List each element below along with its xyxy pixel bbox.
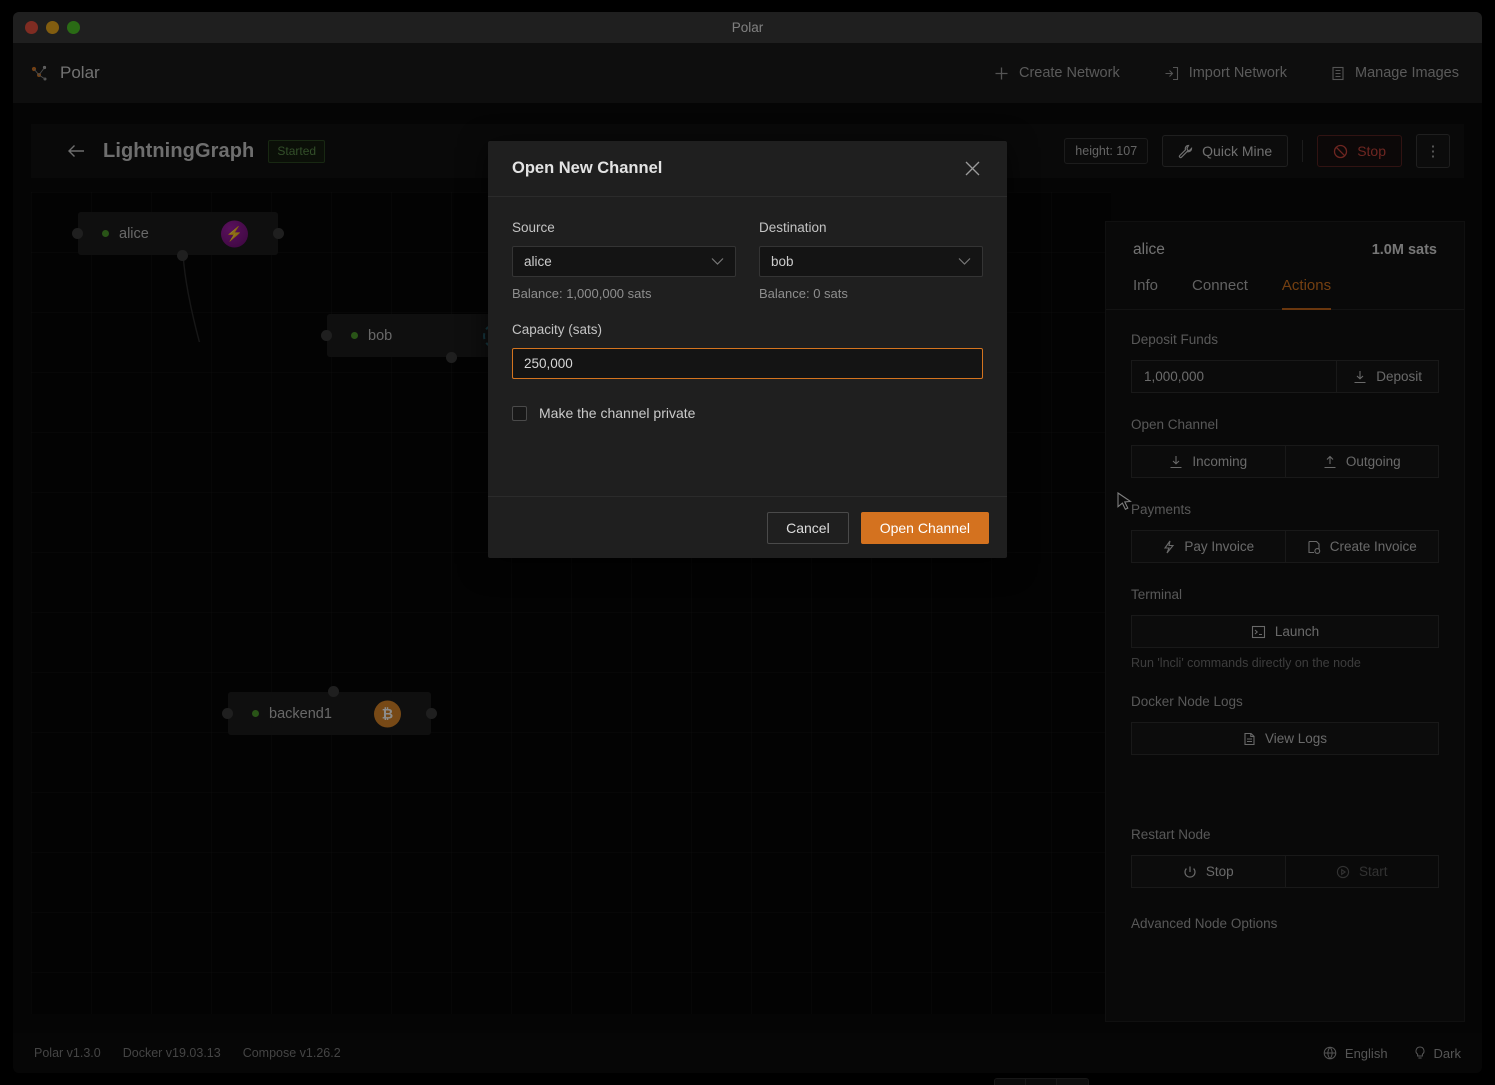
polar-app-window: Polar Polar Create Network Import Networ… <box>0 0 1495 1085</box>
source-field: Source alice Balance: 1,000,000 sats <box>512 220 736 301</box>
close-icon[interactable] <box>961 158 983 180</box>
dialog-footer: Cancel Open Channel <box>488 496 1007 558</box>
dialog-title: Open New Channel <box>512 159 663 177</box>
open-channel-submit-button[interactable]: Open Channel <box>860 511 989 544</box>
dialog-header: Open New Channel <box>488 141 1007 197</box>
chevron-down-icon <box>958 254 971 269</box>
chevron-down-icon <box>711 254 724 269</box>
destination-value: bob <box>771 254 794 269</box>
capacity-input[interactable] <box>512 348 983 379</box>
source-balance: Balance: 1,000,000 sats <box>512 286 652 301</box>
private-channel-checkbox[interactable] <box>512 405 527 421</box>
destination-select[interactable]: bob <box>759 246 983 277</box>
capacity-field: Capacity (sats) <box>512 322 983 379</box>
cancel-button[interactable]: Cancel <box>767 511 849 544</box>
capacity-label: Capacity (sats) <box>512 322 603 337</box>
destination-label: Destination <box>759 220 827 235</box>
private-channel-label: Make the channel private <box>539 405 696 421</box>
dialog-body: Source alice Balance: 1,000,000 sats Des… <box>488 197 1007 496</box>
destination-field: Destination bob Balance: 0 sats <box>759 220 983 301</box>
private-channel-row[interactable]: Make the channel private <box>512 405 983 421</box>
source-label: Source <box>512 220 555 235</box>
destination-balance: Balance: 0 sats <box>759 286 848 301</box>
source-select[interactable]: alice <box>512 246 736 277</box>
source-value: alice <box>524 254 552 269</box>
source-destination-grid: Source alice Balance: 1,000,000 sats Des… <box>512 220 983 301</box>
open-new-channel-dialog: Open New Channel Source alice Balance: 1… <box>488 141 1007 558</box>
